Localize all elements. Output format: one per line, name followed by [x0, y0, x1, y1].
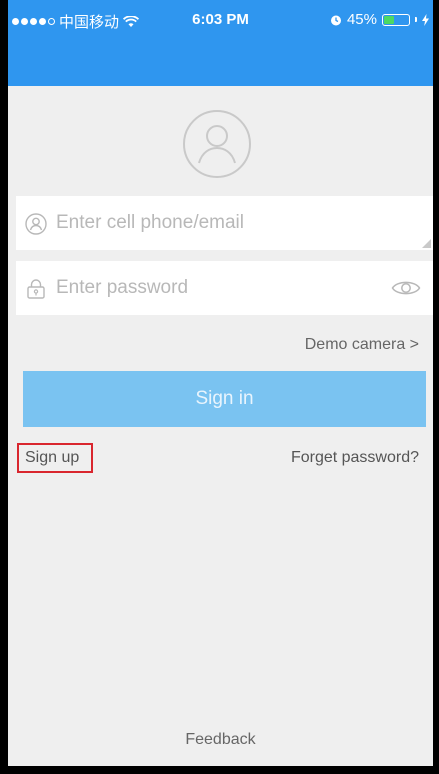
battery-icon	[382, 13, 410, 26]
battery-percent: 45%	[346, 11, 377, 28]
user-icon	[25, 213, 47, 235]
app-header: 中国移动 6:03 PM 45%	[8, 0, 433, 86]
sign-up-label: Sign up	[25, 449, 80, 466]
forget-password-link[interactable]: Forget password?	[291, 449, 419, 467]
demo-camera-link[interactable]: Demo camera >	[305, 336, 419, 354]
user-avatar-icon	[183, 110, 251, 178]
status-bar: 中国移动 6:03 PM 45%	[8, 0, 433, 40]
status-right: 45%	[330, 11, 429, 28]
battery-level	[384, 15, 395, 24]
password-field	[16, 261, 433, 315]
feedback-link[interactable]: Feedback	[8, 731, 433, 749]
resize-grip-icon	[422, 239, 431, 248]
sign-up-link[interactable]: Sign up	[17, 443, 93, 473]
alarm-icon	[330, 15, 341, 25]
sign-in-button[interactable]: Sign in	[23, 371, 426, 427]
eye-icon[interactable]	[391, 277, 421, 299]
lock-icon	[27, 279, 45, 299]
account-input[interactable]	[56, 196, 396, 250]
password-input[interactable]	[56, 261, 396, 315]
battery-tip	[415, 17, 417, 22]
app-screen: 中国移动 6:03 PM 45% Enter cell phone/email …	[8, 0, 433, 766]
charging-icon	[422, 13, 429, 26]
account-field	[16, 196, 433, 250]
